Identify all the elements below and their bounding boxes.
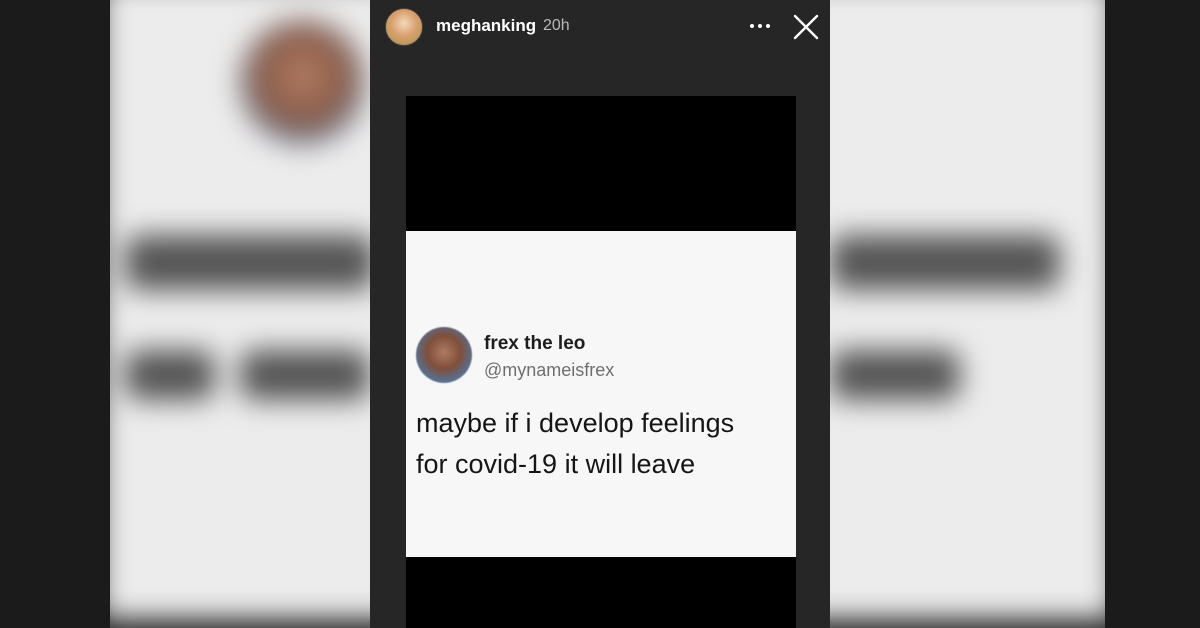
story-viewer: meghanking 20h frex the leo @mynameisfre… [0,0,1200,628]
blurred-text-line [830,235,1060,290]
story-media[interactable]: frex the leo @mynameisfrex maybe if i de… [406,96,796,628]
story-username[interactable]: meghanking [436,16,536,36]
more-horizontal-icon-svg [750,24,770,28]
blurred-text-line [830,350,960,400]
avatar[interactable] [385,8,423,46]
story-header: meghanking 20h [370,0,830,56]
tweet-display-name: frex the leo [484,333,586,354]
left-shade [0,0,110,628]
more-horizontal-icon[interactable] [748,16,772,36]
tweet-text-line: maybe if i develop feelings [416,408,735,438]
close-icon-svg [793,14,819,40]
blurred-text-line [125,350,215,400]
right-shade [1105,0,1200,628]
tweet-screenshot: frex the leo @mynameisfrex maybe if i de… [406,231,796,557]
blurred-text-line [125,235,375,290]
tweet-handle: @mynameisfrex [484,360,615,380]
story-frame[interactable]: meghanking 20h frex the leo @mynameisfre… [370,0,830,628]
tweet-text: maybe if i develop feelings for covid-19… [416,403,791,485]
story-timestamp: 20h [543,17,570,34]
blurred-avatar [240,20,365,145]
tweet-avatar [416,327,472,383]
tweet-text-line: for covid-19 it will leave [416,449,696,479]
close-icon[interactable] [792,13,820,41]
blurred-text-line [240,350,370,400]
